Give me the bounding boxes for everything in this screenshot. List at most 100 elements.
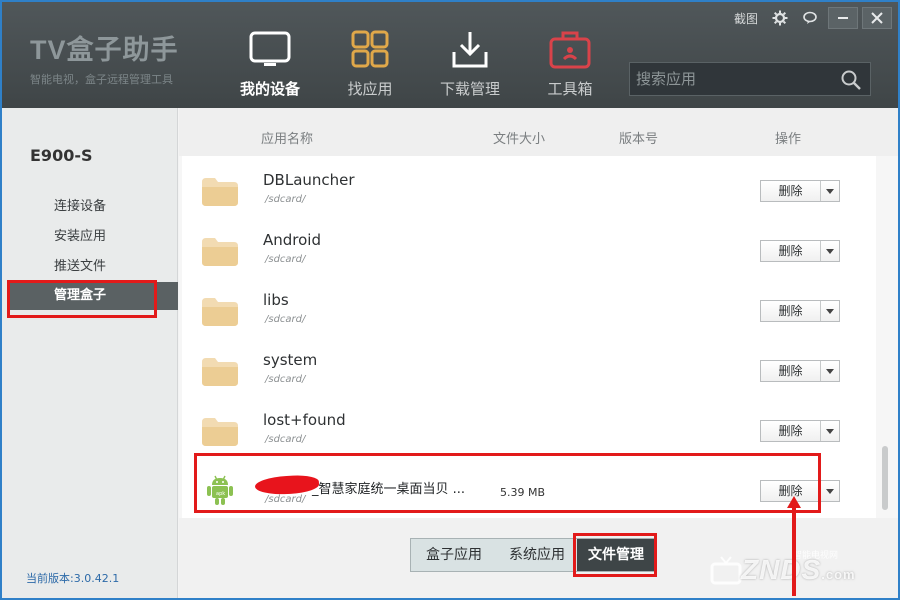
search-input[interactable] (636, 68, 832, 90)
folder-icon (202, 418, 238, 446)
toolbox-icon (549, 31, 591, 69)
file-name: _智慧家庭统一桌面当贝 ... (312, 482, 466, 497)
delete-button[interactable]: 删除 (761, 241, 821, 261)
chevron-down-icon (826, 428, 834, 434)
svg-text:apk: apk (216, 491, 225, 497)
file-name: Android (263, 231, 321, 249)
file-path: /sdcard/ (265, 194, 306, 205)
tv-icon (249, 31, 291, 66)
logo-subtitle: 智能电视，盒子远程管理工具 (30, 73, 173, 86)
header-app-name: 应用名称 (261, 132, 314, 147)
screenshot-button[interactable]: 截图 (728, 10, 764, 27)
chevron-down-icon (826, 188, 834, 194)
tv-watermark-icon (710, 556, 742, 585)
device-name: E900-S (30, 146, 93, 165)
header-action: 操作 (775, 132, 802, 147)
header-file-size: 文件大小 (493, 132, 546, 147)
delete-split-button: 删除 (760, 180, 840, 202)
table-row[interactable]: Android /sdcard/ 删除 (182, 216, 876, 276)
sidebar-item-push-file[interactable]: 推送文件 (8, 253, 178, 281)
folder-icon (202, 298, 238, 326)
tab-file-manager[interactable]: 文件管理 (577, 539, 655, 571)
scrollbar[interactable] (880, 156, 890, 518)
dropdown-button[interactable] (821, 181, 839, 201)
sidebar: E900-S 连接设备 安装应用 推送文件 管理盒子 当前版本:3.0.42.1 (2, 108, 178, 598)
grid-icon (351, 30, 389, 68)
sidebar-item-install-app[interactable]: 安装应用 (8, 223, 178, 251)
folder-icon (202, 358, 238, 386)
delete-split-button: 删除 (760, 300, 840, 322)
watermark-brand: ZNDS (741, 554, 822, 585)
tab-box-apps[interactable]: 盒子应用 (411, 539, 497, 571)
logo-title: TV盒子助手 (30, 35, 179, 65)
nav-toolbox[interactable]: 工具箱 (524, 30, 616, 106)
tab-system-apps[interactable]: 系统应用 (497, 539, 577, 571)
file-name: libs (263, 291, 289, 309)
table-row[interactable]: libs /sdcard/ 删除 (182, 276, 876, 336)
nav-download-manager[interactable]: 下载管理 (424, 30, 516, 106)
feedback-button[interactable] (796, 7, 824, 29)
chevron-down-icon (826, 248, 834, 254)
dropdown-button[interactable] (821, 241, 839, 261)
file-path: /sdcard/ (265, 254, 306, 265)
table-row[interactable]: lost+found /sdcard/ 删除 (182, 396, 876, 456)
table-header: 应用名称 文件大小 版本号 操作 (179, 108, 898, 156)
nav-label: 找应用 (347, 80, 393, 98)
app-logo: TV盒子助手 智能电视，盒子远程管理工具 (30, 28, 179, 87)
file-list: DBLauncher /sdcard/ 删除 Android /sdcard/ … (182, 156, 876, 518)
download-icon (452, 32, 488, 68)
header-version: 版本号 (619, 132, 659, 147)
app-window: TV盒子助手 智能电视，盒子远程管理工具 我的设备 找应用 下载管理 工具箱 搜… (0, 0, 900, 600)
table-row[interactable]: DBLauncher /sdcard/ 删除 (182, 156, 876, 216)
minimize-button[interactable] (828, 7, 858, 29)
delete-button[interactable]: 删除 (761, 181, 821, 201)
close-button[interactable] (862, 7, 892, 29)
version-label: 当前版本:3.0.42.1 (26, 572, 120, 585)
delete-button[interactable]: 删除 (761, 301, 821, 321)
nav-my-devices[interactable]: 我的设备 (224, 30, 316, 106)
file-name: lost+found (263, 411, 346, 429)
gear-icon (772, 10, 788, 26)
dropdown-button[interactable] (821, 301, 839, 321)
file-path: /sdcard/ (265, 374, 306, 385)
delete-button[interactable]: 删除 (761, 361, 821, 381)
nav-label: 下载管理 (439, 80, 500, 98)
main-panel: 应用名称 文件大小 版本号 操作 DBLauncher /sdcard/ 删除 … (179, 108, 898, 598)
scroll-thumb[interactable] (882, 446, 888, 510)
chevron-down-icon (826, 308, 834, 314)
search-box (629, 62, 871, 96)
table-row[interactable]: system /sdcard/ 删除 (182, 336, 876, 396)
delete-split-button: 删除 (760, 420, 840, 442)
nav-label: 我的设备 (239, 80, 300, 98)
delete-button[interactable]: 删除 (761, 421, 821, 441)
folder-icon (202, 178, 238, 206)
chevron-down-icon (826, 368, 834, 374)
tab-group: 盒子应用 系统应用 文件管理 (410, 538, 656, 572)
file-path: /sdcard/ (265, 494, 306, 505)
nav-find-apps[interactable]: 找应用 (324, 30, 416, 106)
file-path: /sdcard/ (265, 434, 306, 445)
delete-split-button: 删除 (760, 240, 840, 262)
file-path: /sdcard/ (265, 314, 306, 325)
delete-split-button: 删除 (760, 360, 840, 382)
file-name: system (263, 351, 318, 369)
nav-label: 工具箱 (547, 80, 593, 98)
chevron-down-icon (826, 488, 834, 494)
folder-icon (202, 238, 238, 266)
window-controls: 截图 (728, 7, 892, 29)
dropdown-button[interactable] (821, 421, 839, 441)
dropdown-button[interactable] (821, 481, 839, 501)
chat-bubble-icon (803, 11, 817, 24)
watermark-suffix: .com (821, 567, 856, 582)
red-arrow-annotation (787, 496, 801, 596)
settings-button[interactable] (766, 7, 794, 29)
header-bar: TV盒子助手 智能电视，盒子远程管理工具 我的设备 找应用 下载管理 工具箱 搜… (2, 2, 898, 108)
sidebar-item-connect-device[interactable]: 连接设备 (8, 193, 178, 221)
minimize-icon (838, 17, 848, 19)
file-size: 5.39 MB (500, 486, 546, 499)
close-icon (871, 12, 883, 24)
sidebar-item-manage-box[interactable]: 管理盒子 (7, 280, 178, 318)
dropdown-button[interactable] (821, 361, 839, 381)
android-apk-icon: apk (207, 475, 233, 505)
search-icon[interactable] (840, 69, 862, 91)
